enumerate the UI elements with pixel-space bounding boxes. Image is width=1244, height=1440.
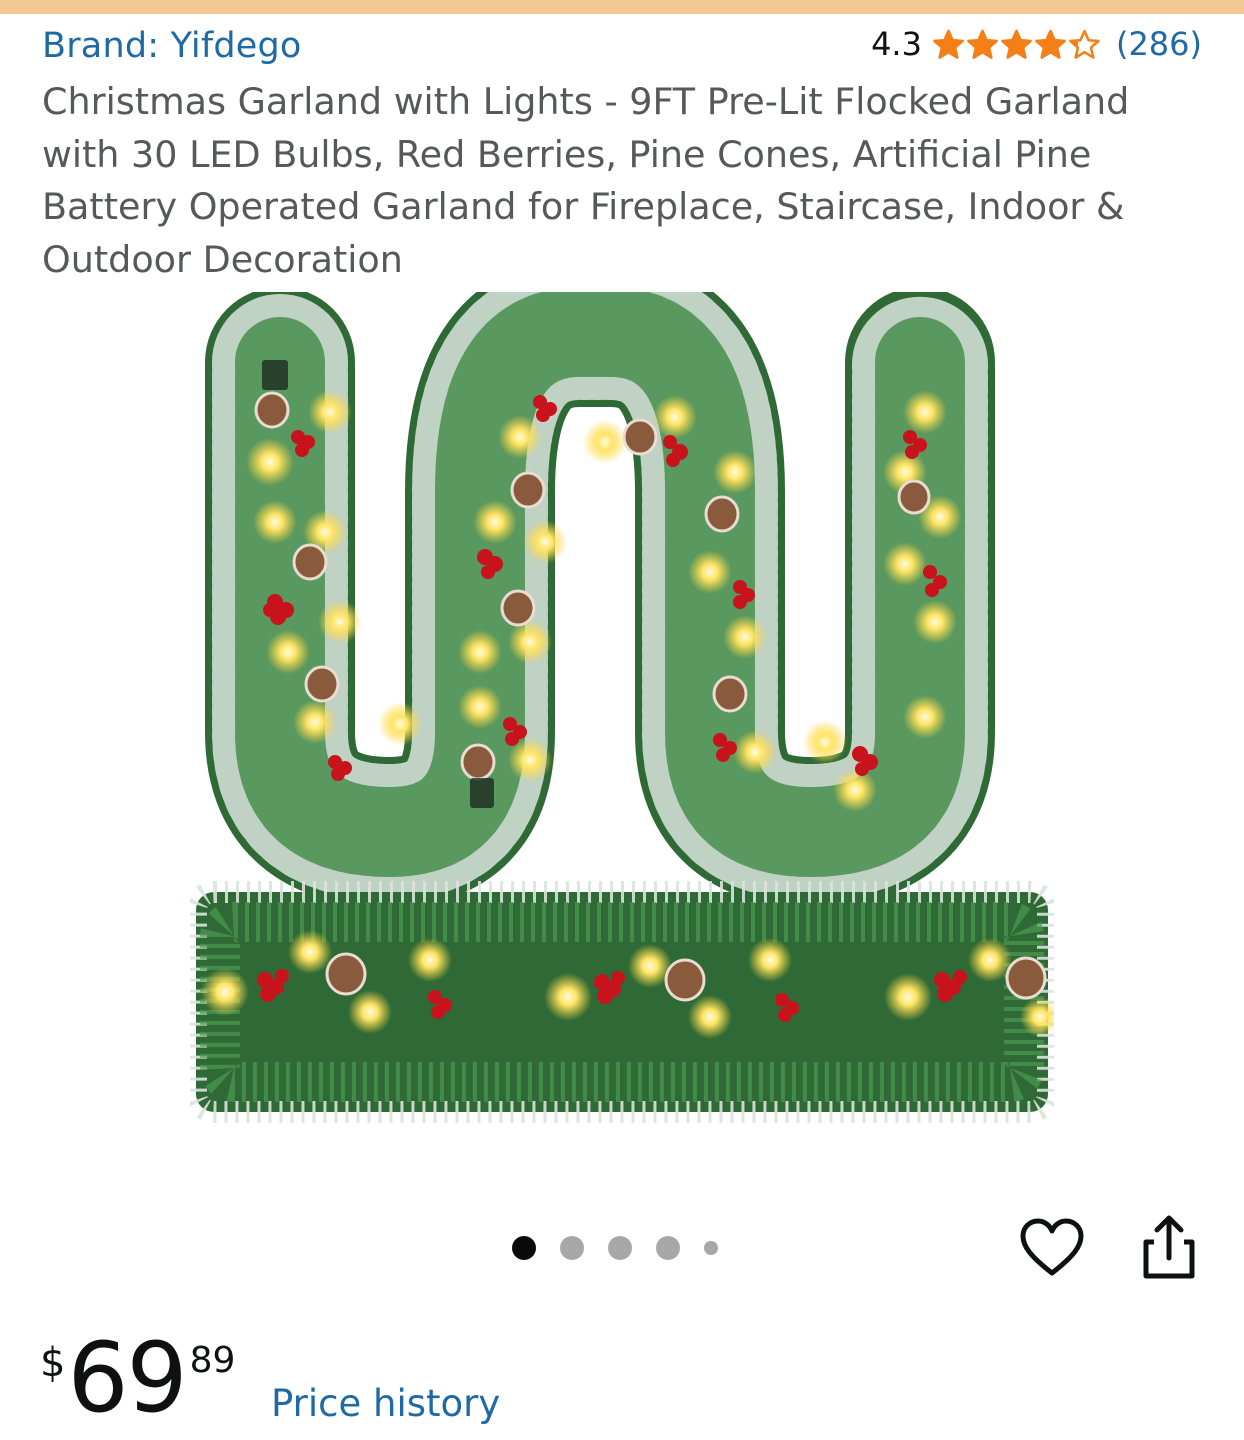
price-currency-symbol: $ <box>40 1340 66 1386</box>
garland-illustration <box>190 292 1054 1123</box>
top-accent-bar <box>0 0 1244 14</box>
carousel-dot[interactable] <box>656 1236 680 1260</box>
image-carousel-dots[interactable] <box>512 1234 718 1262</box>
price-history-link[interactable]: Price history <box>271 1382 500 1425</box>
share-icon <box>1143 1215 1195 1279</box>
star-icon <box>967 29 998 59</box>
star-icon <box>1001 29 1032 59</box>
product-title: Christmas Garland with Lights - 9FT Pre-… <box>42 80 1130 281</box>
carousel-dot[interactable] <box>704 1241 718 1255</box>
price-whole: 69 <box>67 1322 187 1434</box>
rating-stars <box>932 29 1102 60</box>
share-button[interactable] <box>1140 1214 1198 1280</box>
star-icon <box>933 29 964 59</box>
rating-summary[interactable]: 4.3 (286) <box>871 25 1202 63</box>
star-icon <box>1069 29 1100 59</box>
carousel-dot[interactable] <box>560 1236 584 1260</box>
carousel-dot[interactable] <box>512 1236 536 1260</box>
product-image[interactable] <box>190 292 1054 1142</box>
star-icon <box>1035 29 1066 59</box>
wishlist-button[interactable] <box>1020 1218 1084 1278</box>
rating-value: 4.3 <box>871 25 922 63</box>
rating-count-link[interactable]: (286) <box>1116 25 1202 63</box>
carousel-dot[interactable] <box>608 1236 632 1260</box>
price-fraction: 89 <box>189 1340 236 1381</box>
brand-link[interactable]: Brand: Yifdego <box>42 26 302 66</box>
heart-icon <box>1020 1218 1084 1276</box>
price-display: $ 69 89 <box>40 1328 235 1428</box>
